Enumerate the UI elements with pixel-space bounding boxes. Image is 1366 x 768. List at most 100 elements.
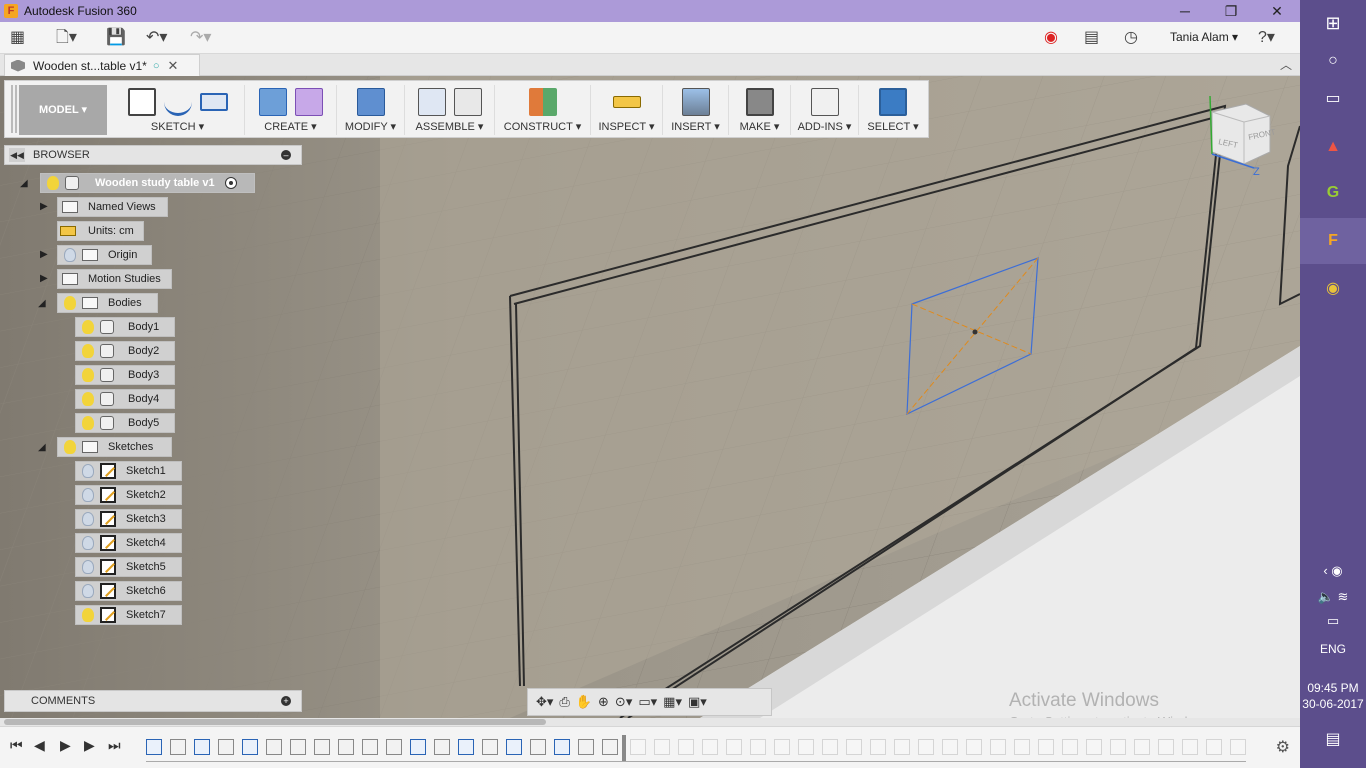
collapse-chevron-icon[interactable]: ︿ [1280,56,1292,73]
tree-body[interactable]: Body1 [75,317,175,337]
timeline-future-feature[interactable] [1110,739,1126,755]
timeline-component-feature[interactable] [386,739,402,755]
timeline-sketch-feature[interactable] [146,739,162,755]
user-account-menu[interactable]: Tania Alam ▾ [1170,30,1238,44]
language-indicator[interactable]: ENG [1300,642,1366,656]
tree-units[interactable]: Units: cm [57,221,144,241]
timeline-future-feature[interactable] [870,739,886,755]
timeline-sketch-feature[interactable] [194,739,210,755]
visibility-bulb-icon[interactable] [82,416,94,430]
volume-wifi-icon[interactable]: 🔈 ≋ [1300,586,1366,608]
redo-icon[interactable]: ↷▾ [190,28,211,48]
visibility-bulb-icon[interactable] [64,248,76,262]
timeline-component-feature[interactable] [338,739,354,755]
visibility-bulb-icon[interactable] [82,512,94,526]
timeline-extrude-feature[interactable] [602,739,618,755]
cortana-search-icon[interactable]: ○ [1300,46,1366,76]
job-status-clock-icon[interactable]: ◷ [1124,28,1138,48]
timeline-track[interactable] [146,735,1246,762]
timeline-future-feature[interactable] [966,739,982,755]
zoom-icon[interactable]: ⊕ [598,694,609,710]
timeline-extrude-feature[interactable] [530,739,546,755]
visibility-bulb-icon[interactable] [82,560,94,574]
go-to-start-icon[interactable]: ⏮ [10,737,23,754]
timeline-future-feature[interactable] [1038,739,1054,755]
joint-icon[interactable] [453,88,482,116]
display-settings-icon[interactable]: ▭▾ [638,694,657,710]
tree-sketch[interactable]: Sketch7 [75,605,182,625]
timeline-future-feature[interactable] [1158,739,1174,755]
timeline-marker[interactable] [622,735,626,761]
visibility-bulb-icon[interactable] [82,392,94,406]
visibility-bulb-icon[interactable] [82,368,94,382]
timeline-sketch-feature[interactable] [506,739,522,755]
tree-motion-studies[interactable]: Motion Studies [57,269,172,289]
close-tab-icon[interactable]: ✕ [168,58,179,74]
tray-chevron-icon[interactable]: ‹ ◉ [1300,560,1366,582]
collapse-triangle-icon[interactable]: ◢ [20,178,28,189]
expand-triangle-icon[interactable]: ▶ [40,201,48,212]
horizontal-scrollbar[interactable] [0,718,1300,726]
3d-print-icon[interactable] [745,88,774,116]
orbit-icon[interactable]: ✥▾ [536,694,553,710]
minimize-icon[interactable]: ─ [1162,0,1208,22]
tree-sketch[interactable]: Sketch4 [75,533,182,553]
timeline-future-feature[interactable] [1014,739,1030,755]
add-comment-icon[interactable]: + [281,696,291,706]
timeline-future-feature[interactable] [774,739,790,755]
tree-body[interactable]: Body4 [75,389,175,409]
collapse-browser-icon[interactable]: ◀◀ [9,148,25,162]
task-view-icon[interactable]: ▭ [1300,84,1366,114]
tree-root-document[interactable]: Wooden study table v1 [40,173,255,193]
tree-body[interactable]: Body3 [75,365,175,385]
tree-bodies-folder[interactable]: Bodies [57,293,158,313]
undo-icon[interactable]: ↶▾ [146,28,167,48]
timeline-extrude-feature[interactable] [290,739,306,755]
timeline-extrude-feature[interactable] [218,739,234,755]
step-forward-icon[interactable]: ▶ [84,737,95,754]
tree-body[interactable]: Body2 [75,341,175,361]
timeline-future-feature[interactable] [990,739,1006,755]
visibility-bulb-icon[interactable] [64,296,76,310]
battery-icon[interactable]: ▭ [1300,610,1366,632]
scripts-addins-icon[interactable] [810,88,839,116]
rectangle-icon[interactable] [199,93,228,111]
timeline-settings-gear-icon[interactable]: ⚙ [1276,737,1290,757]
timeline-extrude-feature[interactable] [362,739,378,755]
tree-sketch[interactable]: Sketch2 [75,485,182,505]
look-at-icon[interactable]: ⎙ [559,694,569,710]
select-icon[interactable] [879,88,907,116]
autodesk-app-icon[interactable]: ▲ [1300,130,1366,164]
spline-icon[interactable] [163,88,192,116]
inspect-group[interactable]: INSPECT ▾ [591,85,663,135]
restore-icon[interactable]: ❐ [1208,0,1254,22]
timeline-future-feature[interactable] [1134,739,1150,755]
tree-named-views[interactable]: Named Views [57,197,168,217]
tree-body[interactable]: Body5 [75,413,175,433]
scrollbar-thumb[interactable] [4,719,546,725]
tree-sketch[interactable]: Sketch1 [75,461,182,481]
action-center-icon[interactable]: ▤ [1300,728,1366,752]
extrude-icon[interactable] [258,88,287,116]
timeline-future-feature[interactable] [750,739,766,755]
make-group[interactable]: MAKE ▾ [729,85,791,135]
collapse-triangle-icon[interactable]: ◢ [38,298,46,309]
data-panel-grid-icon[interactable]: ▦ [10,28,25,48]
offset-plane-icon[interactable] [528,88,557,116]
expand-triangle-icon[interactable]: ▶ [40,273,48,284]
visibility-bulb-icon[interactable] [82,320,94,334]
fit-zoom-icon[interactable]: ⊙▾ [615,694,632,710]
tree-sketch[interactable]: Sketch3 [75,509,182,529]
timeline-extrude-feature[interactable] [266,739,282,755]
step-back-icon[interactable]: ◀ [34,737,45,754]
press-pull-icon[interactable] [356,88,385,116]
timeline-future-feature[interactable] [654,739,670,755]
tree-sketch[interactable]: Sketch6 [75,581,182,601]
timeline-extrude-feature[interactable] [482,739,498,755]
assemble-group[interactable]: ASSEMBLE ▾ [405,85,495,135]
collapse-triangle-icon[interactable]: ◢ [38,442,46,453]
system-clock[interactable]: 09:45 PM 30-06-2017 [1300,680,1366,712]
chrome-icon[interactable]: ◉ [1300,272,1366,306]
insert-image-icon[interactable] [681,88,710,116]
timeline-future-feature[interactable] [678,739,694,755]
